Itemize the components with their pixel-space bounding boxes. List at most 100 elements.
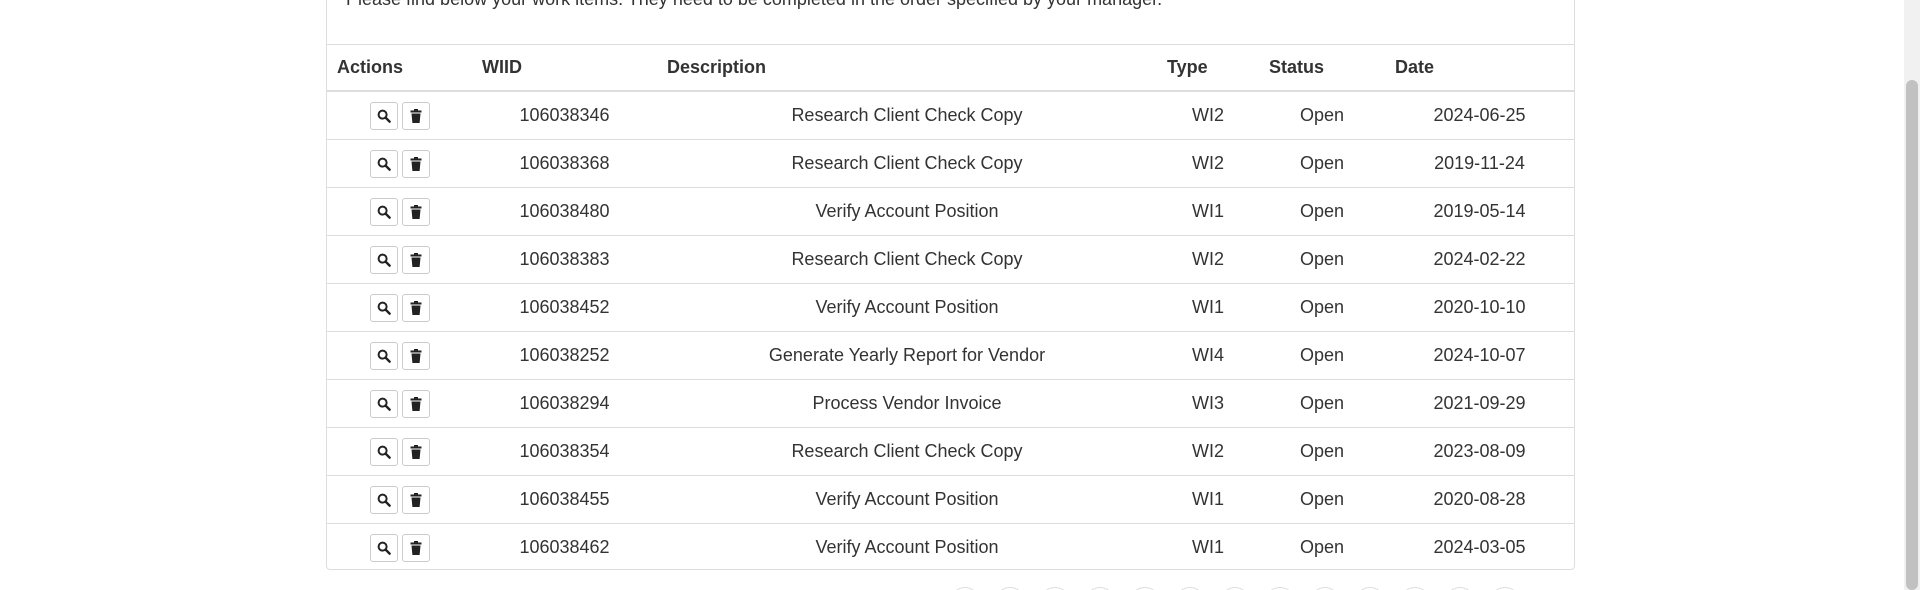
- status-cell: Open: [1259, 331, 1385, 380]
- wiid-cell: 106038462: [472, 523, 657, 571]
- work-items-panel: Please find below your work items. They …: [326, 0, 1575, 571]
- view-button[interactable]: [369, 533, 398, 562]
- actions-cell: [327, 90, 472, 140]
- delete-button[interactable]: [401, 341, 430, 370]
- actions-cell: [327, 427, 472, 476]
- scrollbar-thumb[interactable]: [1906, 80, 1918, 590]
- table-row: 106038480 Verify Account Position WI1 Open 2…: [327, 187, 1574, 236]
- description-cell: Research Client Check Copy: [657, 427, 1157, 476]
- table-header-row: Actions WIID Description Type Status Dat…: [327, 44, 1574, 92]
- type-cell: WI2: [1157, 90, 1259, 140]
- type-cell: WI2: [1157, 427, 1259, 476]
- wiid-cell: 106038383: [472, 235, 657, 284]
- date-cell: 2024-06-25: [1385, 90, 1574, 140]
- description-cell: Research Client Check Copy: [657, 139, 1157, 188]
- delete-button[interactable]: [401, 533, 430, 562]
- header-description[interactable]: Description: [657, 44, 1157, 92]
- status-cell: Open: [1259, 139, 1385, 188]
- type-cell: WI4: [1157, 331, 1259, 380]
- table-row: 106038354 Research Client Check Copy WI2 Op…: [327, 427, 1574, 476]
- view-button[interactable]: [369, 389, 398, 418]
- wiid-cell: 106038252: [472, 331, 657, 380]
- type-cell: WI1: [1157, 475, 1259, 524]
- table-row: 106038455 Verify Account Position WI1 Open 2…: [327, 475, 1574, 524]
- delete-button[interactable]: [401, 437, 430, 466]
- delete-button[interactable]: [401, 101, 430, 130]
- status-cell: Open: [1259, 475, 1385, 524]
- view-button[interactable]: [369, 245, 398, 274]
- table-row: 106038452 Verify Account Position WI1 Open 2…: [327, 283, 1574, 332]
- delete-button[interactable]: [401, 389, 430, 418]
- wiid-cell: 106038346: [472, 90, 657, 140]
- type-cell: WI3: [1157, 379, 1259, 428]
- status-cell: Open: [1259, 427, 1385, 476]
- view-button[interactable]: [369, 197, 398, 226]
- vertical-scrollbar[interactable]: [1904, 0, 1920, 590]
- table-row: 106038383 Research Client Check Copy WI2 Op…: [327, 235, 1574, 284]
- table-row: 106038294 Process Vendor Invoice WI3 Open 20…: [327, 379, 1574, 428]
- type-cell: WI1: [1157, 187, 1259, 236]
- date-cell: 2023-08-09: [1385, 427, 1574, 476]
- wiid-cell: 106038354: [472, 427, 657, 476]
- actions-cell: [327, 235, 472, 284]
- view-button[interactable]: [369, 101, 398, 130]
- type-cell: WI1: [1157, 523, 1259, 571]
- wiid-cell: 106038455: [472, 475, 657, 524]
- page: Please find below your work items. They …: [0, 0, 1920, 590]
- description-cell: Verify Account Position: [657, 475, 1157, 524]
- view-button[interactable]: [369, 293, 398, 322]
- date-cell: 2024-03-05: [1385, 523, 1574, 571]
- view-button[interactable]: [369, 149, 398, 178]
- type-cell: WI2: [1157, 139, 1259, 188]
- table-row: 106038252 Generate Yearly Report for Vend…: [327, 331, 1574, 380]
- status-cell: Open: [1259, 379, 1385, 428]
- delete-button[interactable]: [401, 293, 430, 322]
- view-button[interactable]: [369, 485, 398, 514]
- header-date[interactable]: Date: [1385, 44, 1574, 92]
- description-cell: Research Client Check Copy: [657, 235, 1157, 284]
- view-button[interactable]: [369, 341, 398, 370]
- table-row: 106038462 Verify Account Position WI1 Open 2…: [327, 523, 1574, 571]
- delete-button[interactable]: [401, 197, 430, 226]
- actions-cell: [327, 187, 472, 236]
- status-cell: Open: [1259, 90, 1385, 140]
- description-cell: Verify Account Position: [657, 187, 1157, 236]
- description-cell: Verify Account Position: [657, 523, 1157, 571]
- table-row: 106038368 Research Client Check Copy WI2 Op…: [327, 139, 1574, 188]
- date-cell: 2024-02-22: [1385, 235, 1574, 284]
- table-row: 106038346 Research Client Check Copy WI2 Op…: [327, 90, 1574, 140]
- status-cell: Open: [1259, 235, 1385, 284]
- header-actions: Actions: [327, 44, 472, 92]
- date-cell: 2020-10-10: [1385, 283, 1574, 332]
- work-items-table: Actions WIID Description Type Status Dat…: [327, 44, 1574, 571]
- delete-button[interactable]: [401, 149, 430, 178]
- actions-cell: [327, 379, 472, 428]
- status-cell: Open: [1259, 523, 1385, 571]
- description-cell: Process Vendor Invoice: [657, 379, 1157, 428]
- header-type[interactable]: Type: [1157, 44, 1259, 92]
- status-cell: Open: [1259, 283, 1385, 332]
- view-button[interactable]: [369, 437, 398, 466]
- description-cell: Research Client Check Copy: [657, 90, 1157, 140]
- type-cell: WI1: [1157, 283, 1259, 332]
- delete-button[interactable]: [401, 245, 430, 274]
- type-cell: WI2: [1157, 235, 1259, 284]
- date-cell: 2019-05-14: [1385, 187, 1574, 236]
- status-cell: Open: [1259, 187, 1385, 236]
- actions-cell: [327, 139, 472, 188]
- delete-button[interactable]: [401, 485, 430, 514]
- date-cell: 2021-09-29: [1385, 379, 1574, 428]
- wiid-cell: 106038368: [472, 139, 657, 188]
- actions-cell: [327, 475, 472, 524]
- description-cell: Verify Account Position: [657, 283, 1157, 332]
- header-status[interactable]: Status: [1259, 44, 1385, 92]
- date-cell: 2024-10-07: [1385, 331, 1574, 380]
- date-cell: 2019-11-24: [1385, 139, 1574, 188]
- intro-text: Please find below your work items. They …: [346, 0, 1162, 9]
- actions-cell: [327, 283, 472, 332]
- actions-cell: [327, 523, 472, 571]
- description-cell: Generate Yearly Report for Vendor: [657, 331, 1157, 380]
- wiid-cell: 106038480: [472, 187, 657, 236]
- wiid-cell: 106038294: [472, 379, 657, 428]
- header-wiid[interactable]: WIID: [472, 44, 657, 92]
